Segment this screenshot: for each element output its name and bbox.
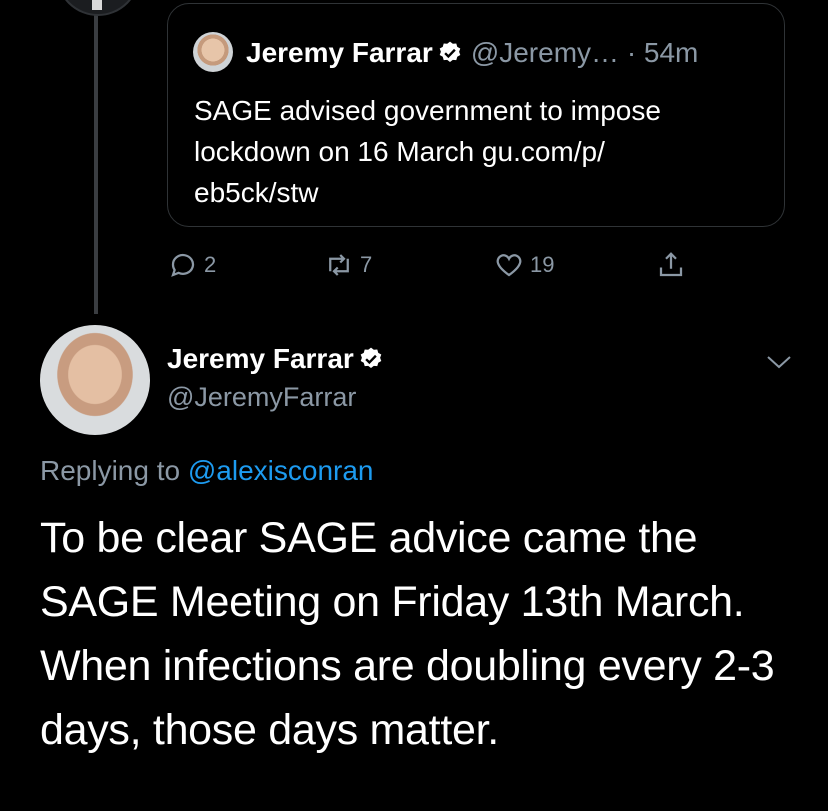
retweet-button[interactable]: 7 bbox=[324, 250, 372, 280]
like-count: 19 bbox=[530, 252, 555, 277]
tweet-text: To be clear SAGE advice came the SAGE Me… bbox=[40, 514, 775, 754]
replying-to-link[interactable]: @alexisconran bbox=[188, 455, 374, 486]
quoted-handle[interactable]: @Jeremy… bbox=[471, 37, 619, 68]
quoted-header: Jeremy Farrar @Jeremy… · 54m bbox=[246, 36, 698, 70]
like-icon bbox=[496, 254, 522, 277]
chevron-down-icon[interactable] bbox=[764, 352, 794, 372]
author-handle[interactable]: @JeremyFarrar bbox=[167, 380, 356, 414]
replying-to: Replying to @alexisconran bbox=[40, 455, 374, 486]
reply-button[interactable]: 2 bbox=[168, 250, 216, 280]
quoted-tweet[interactable]: Jeremy Farrar @Jeremy… · 54m SAGE advised… bbox=[167, 3, 785, 227]
action-bar: 2 7 19 bbox=[0, 246, 828, 286]
reply-count: 2 bbox=[204, 252, 217, 277]
quoted-text: SAGE advised government to impose lockdo… bbox=[194, 95, 661, 208]
author-avatar[interactable] bbox=[40, 325, 150, 435]
retweet-count: 7 bbox=[360, 252, 373, 277]
previous-avatar[interactable] bbox=[56, 0, 140, 16]
verified-icon bbox=[360, 347, 382, 368]
share-icon bbox=[659, 252, 683, 277]
quoted-avatar[interactable] bbox=[193, 32, 233, 72]
retweet-icon bbox=[329, 254, 349, 276]
share-button[interactable] bbox=[656, 250, 686, 280]
reply-icon bbox=[171, 253, 195, 277]
author-name[interactable]: Jeremy Farrar bbox=[167, 342, 384, 376]
verified-icon bbox=[439, 41, 461, 62]
quoted-name[interactable]: Jeremy Farrar bbox=[246, 37, 433, 68]
like-button[interactable]: 19 bbox=[494, 250, 554, 280]
quoted-time: · 54m bbox=[626, 37, 699, 68]
